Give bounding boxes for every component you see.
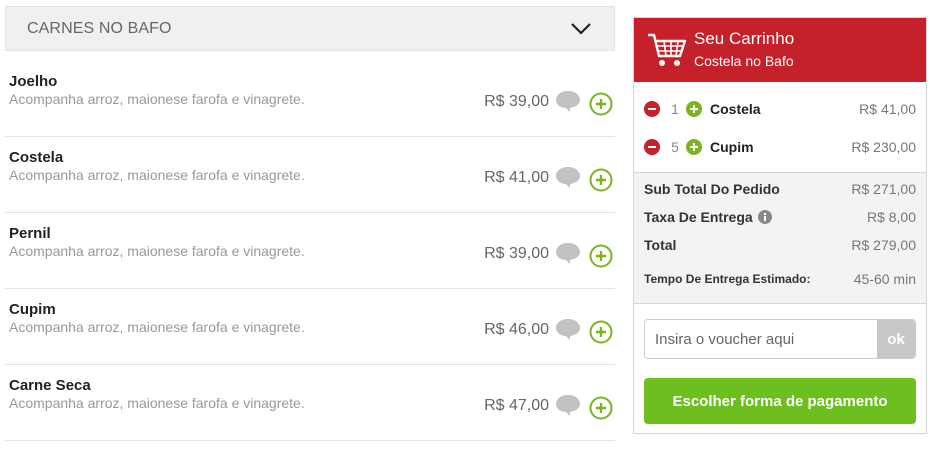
shopping-cart-icon [646, 30, 688, 70]
category-header[interactable]: CARNES NO BAFO [5, 6, 615, 51]
item-price: R$ 46,00 [484, 321, 549, 338]
chevron-down-icon[interactable] [568, 16, 594, 42]
voucher-ok-button[interactable]: ok [877, 320, 915, 358]
delivery-fee-label: Taxa De Entrega [644, 209, 753, 225]
voucher-input[interactable] [645, 320, 877, 358]
delivery-fee-row: Taxa De Entrega R$ 8,00 [644, 203, 916, 231]
speech-bubble-icon[interactable] [555, 241, 581, 265]
info-icon[interactable] [757, 210, 772, 224]
cart-panel: Seu Carrinho Costela no Bafo 1 Costela R… [633, 17, 927, 434]
total-row: Total R$ 279,00 [644, 231, 916, 259]
menu-item: Costela Acompanha arroz, maionese farofa… [5, 137, 615, 213]
cart-title: Seu Carrinho [694, 29, 795, 48]
menu-item-list: Joelho Acompanha arroz, maionese farofa … [5, 51, 615, 441]
item-description: Acompanha arroz, maionese farofa e vinag… [9, 243, 305, 259]
plus-circle-icon[interactable] [589, 320, 613, 344]
voucher-form: ok [644, 319, 916, 359]
cart-line-name: Cupim [710, 139, 754, 155]
item-name: Carne Seca [9, 377, 91, 394]
plus-circle-icon[interactable] [589, 168, 613, 192]
cart-line-price: R$ 230,00 [851, 139, 916, 155]
total-value: R$ 279,00 [851, 237, 916, 253]
cart-line-list: 1 Costela R$ 41,00 5 Cupim R$ 230,00 [634, 82, 926, 173]
menu-item: Cupim Acompanha arroz, maionese farofa e… [5, 289, 615, 365]
choose-payment-button[interactable]: Escolher forma de pagamento [644, 378, 916, 424]
plus-circle-icon[interactable] [589, 244, 613, 268]
menu-item: Carne Seca Acompanha arroz, maionese far… [5, 365, 615, 441]
cart-line-price: R$ 41,00 [859, 101, 916, 117]
cart-header: Seu Carrinho Costela no Bafo [634, 18, 926, 82]
cart-line: 5 Cupim R$ 230,00 [644, 128, 916, 166]
plus-circle-icon[interactable] [686, 101, 702, 117]
cart-line: 1 Costela R$ 41,00 [644, 90, 916, 128]
item-description: Acompanha arroz, maionese farofa e vinag… [9, 319, 305, 335]
item-price: R$ 39,00 [484, 245, 549, 262]
eta-row: Tempo De Entrega Estimado: 45-60 min [644, 265, 916, 293]
speech-bubble-icon[interactable] [555, 165, 581, 189]
eta-value: 45-60 min [853, 271, 916, 287]
menu-section: CARNES NO BAFO Joelho Acompanha arroz, m… [5, 6, 615, 441]
cart-restaurant: Costela no Bafo [694, 53, 794, 69]
item-description: Acompanha arroz, maionese farofa e vinag… [9, 395, 305, 411]
subtotal-value: R$ 271,00 [851, 181, 916, 197]
plus-circle-icon[interactable] [686, 139, 702, 155]
item-price: R$ 47,00 [484, 397, 549, 414]
item-price: R$ 41,00 [484, 169, 549, 186]
minus-circle-icon[interactable] [644, 101, 660, 117]
item-description: Acompanha arroz, maionese farofa e vinag… [9, 91, 305, 107]
minus-circle-icon[interactable] [644, 139, 660, 155]
order-totals: Sub Total Do Pedido R$ 271,00 Taxa De En… [634, 173, 926, 304]
item-name: Costela [9, 149, 64, 166]
eta-label: Tempo De Entrega Estimado: [644, 272, 811, 286]
speech-bubble-icon[interactable] [555, 89, 581, 113]
total-label: Total [644, 237, 677, 253]
plus-circle-icon[interactable] [589, 396, 613, 420]
cart-line-qty: 5 [671, 139, 679, 155]
delivery-fee-value: R$ 8,00 [866, 209, 916, 225]
subtotal-label: Sub Total Do Pedido [644, 181, 780, 197]
menu-item: Joelho Acompanha arroz, maionese farofa … [5, 51, 615, 137]
subtotal-row: Sub Total Do Pedido R$ 271,00 [644, 175, 916, 203]
speech-bubble-icon[interactable] [555, 317, 581, 341]
menu-item: Pernil Acompanha arroz, maionese farofa … [5, 213, 615, 289]
cart-line-qty: 1 [671, 101, 679, 117]
item-name: Cupim [9, 301, 56, 318]
plus-circle-icon[interactable] [589, 92, 613, 116]
item-description: Acompanha arroz, maionese farofa e vinag… [9, 167, 305, 183]
cart-line-name: Costela [710, 101, 761, 117]
speech-bubble-icon[interactable] [555, 393, 581, 417]
item-price: R$ 39,00 [484, 93, 549, 110]
category-title: CARNES NO BAFO [27, 19, 172, 37]
item-name: Pernil [9, 225, 51, 242]
item-name: Joelho [9, 73, 58, 90]
